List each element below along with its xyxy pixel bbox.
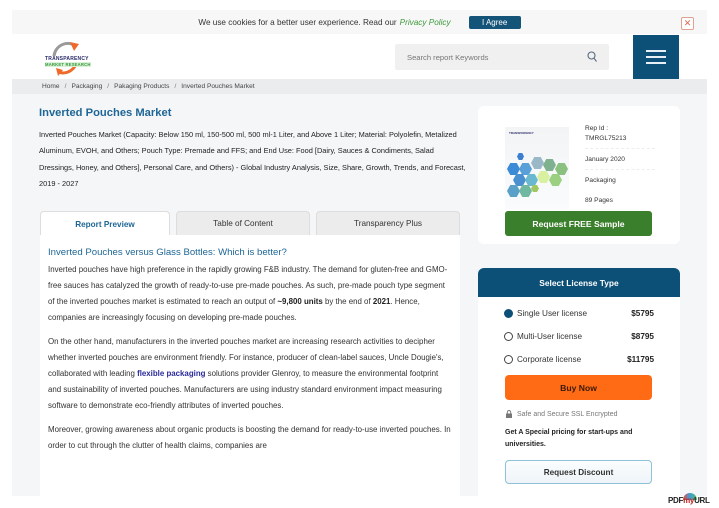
search-input[interactable]: Search report Keywords: [395, 44, 609, 70]
rep-id-value: TMRGL75213: [585, 135, 627, 142]
breadcrumb: Home / Packaging / Pakaging Products / Inve…: [12, 79, 707, 94]
text: by the end of: [322, 297, 373, 306]
text: my: [683, 496, 695, 505]
page: We use cookies for a better user experie…: [0, 0, 719, 508]
page-title: Inverted Pouches Market: [39, 107, 172, 119]
search-icon[interactable]: [587, 51, 597, 63]
radio-unselected[interactable]: [504, 331, 513, 341]
article-paragraph: On the other hand, manufacturers in the …: [48, 334, 452, 414]
report-category: Packaging: [585, 177, 616, 184]
report-meta: Rep Id : TMRGL75213 January 2020 Packagin…: [585, 124, 655, 216]
pdfmyurl-watermark: PDFmyURL: [668, 496, 710, 505]
search-placeholder: Search report Keywords: [407, 52, 489, 62]
article-heading: Inverted Pouches versus Glass Bottles: W…: [48, 247, 287, 258]
report-date: January 2020: [585, 155, 655, 170]
breadcrumb-home[interactable]: Home: [42, 83, 60, 90]
tab-transparency-plus[interactable]: Transparency Plus: [316, 211, 460, 235]
license-card: Select License Type Single User license …: [478, 268, 680, 496]
license-option-multi[interactable]: Multi-User license $8795: [504, 329, 654, 343]
license-label: Multi-User license: [517, 331, 583, 341]
article-paragraph: Inverted pouches have high preference in…: [48, 262, 452, 326]
logo[interactable]: TRANSPARENCY MARKET RESEARCH: [44, 40, 96, 80]
request-discount-button[interactable]: Request Discount: [505, 460, 652, 484]
report-subtitle: Inverted Pouches Market (Capacity: Below…: [39, 130, 466, 188]
privacy-policy-link[interactable]: Privacy Policy: [400, 18, 451, 27]
special-pricing-text: Get A Special pricing for start-ups and …: [505, 429, 633, 448]
license-price: $8795: [631, 331, 654, 341]
license-price: $11795: [627, 354, 654, 364]
rep-id-label: Rep Id :: [585, 125, 609, 132]
text: PDF: [668, 496, 684, 505]
ssl-note: Safe and Secure SSL Encrypted: [506, 410, 618, 418]
close-icon[interactable]: ✕: [681, 17, 694, 30]
radio-unselected[interactable]: [504, 354, 513, 364]
tab-report-preview[interactable]: Report Preview: [40, 211, 170, 236]
license-option-corporate[interactable]: Corporate license $11795: [504, 352, 654, 366]
request-free-sample-button[interactable]: Request FREE Sample: [505, 211, 652, 236]
report-cover-image: TRANSPARENCY: [505, 127, 569, 209]
hamburger-menu-icon[interactable]: [633, 35, 679, 79]
license-heading: Select License Type: [478, 268, 680, 297]
article-paragraph: Moreover, growing awareness about organi…: [48, 425, 451, 450]
radio-selected[interactable]: [504, 308, 513, 318]
ssl-text: Safe and Secure SSL Encrypted: [517, 410, 618, 418]
lock-icon: [506, 410, 512, 418]
breadcrumb-packaging[interactable]: Packaging: [71, 83, 102, 90]
text: URL: [694, 496, 710, 505]
cookie-banner: We use cookies for a better user experie…: [12, 10, 707, 34]
breadcrumb-packaging-products[interactable]: Pakaging Products: [114, 83, 169, 90]
buy-now-button[interactable]: Buy Now: [505, 375, 652, 400]
report-pages: 89 Pages: [585, 197, 613, 204]
cover-logo: TRANSPARENCY: [509, 131, 534, 135]
license-label: Single User license: [517, 308, 588, 318]
agree-button[interactable]: I Agree: [468, 15, 521, 29]
report-header: Inverted Pouches Market Inverted Pouches…: [30, 100, 470, 206]
breadcrumb-current: Inverted Pouches Market: [181, 83, 255, 90]
flexible-packaging-link[interactable]: flexible packaging: [137, 369, 205, 378]
highlight-units: ~9,800 units: [277, 297, 323, 306]
report-id: Rep Id : TMRGL75213: [585, 124, 655, 149]
tab-table-of-content[interactable]: Table of Content: [176, 211, 310, 235]
report-preview-content: Inverted Pouches versus Glass Bottles: W…: [40, 235, 460, 497]
license-label: Corporate license: [517, 354, 582, 364]
license-price: $5795: [631, 308, 654, 318]
logo-text-bottom: MARKET RESEARCH: [45, 62, 91, 67]
cookie-message: We use cookies for a better user experie…: [198, 17, 397, 27]
highlight-year: 2021: [372, 297, 391, 306]
report-tabs: Report Preview Table of Content Transpar…: [40, 211, 460, 236]
license-option-single[interactable]: Single User license $5795: [504, 306, 654, 320]
